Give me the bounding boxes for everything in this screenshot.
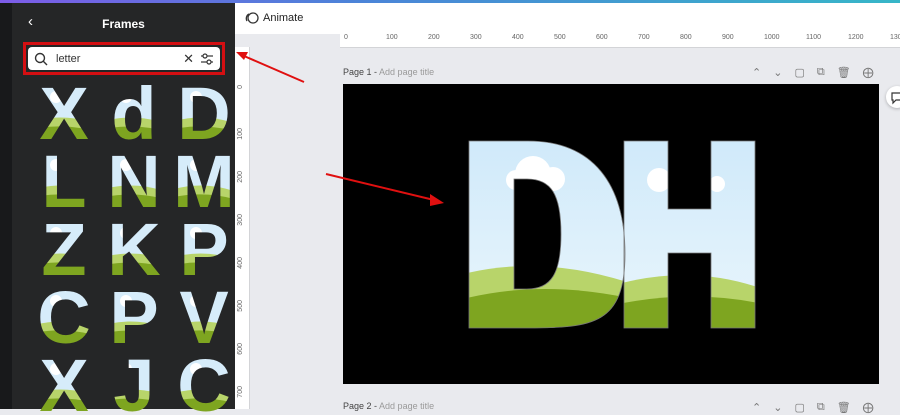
page-1-actions: ⌃ ⌄ ▢ ⧉ 🗑 ⨁ — [752, 66, 874, 79]
horizontal-ruler: 0 100 200 300 400 500 600 700 800 900 1000 1100 1200… — [340, 34, 900, 48]
ruler-tick: 130 — [890, 34, 900, 41]
ruler-tick: 800 — [680, 34, 692, 41]
letter-frame-h — [624, 141, 755, 328]
left-rail — [0, 3, 12, 409]
chevron-down-icon[interactable]: ⌄ — [773, 401, 782, 414]
ruler-tick: 400 — [512, 34, 524, 41]
ruler-tick: 0 — [344, 34, 348, 41]
editor-toolbar: Animate — [235, 3, 900, 35]
ruler-tick: 200 — [428, 34, 440, 41]
page-1-title-input[interactable]: Add page title — [379, 67, 434, 77]
ruler-tick: 700 — [237, 386, 244, 398]
frame-letter-thumb[interactable]: C — [174, 351, 234, 415]
vertical-ruler: 0 100 200 300 400 500 600 700 — [235, 47, 250, 409]
ruler-tick: 1000 — [764, 34, 780, 41]
ruler-tick: 500 — [237, 300, 244, 312]
chevron-up-icon[interactable]: ⌃ — [752, 66, 761, 79]
ruler-corner — [235, 34, 340, 47]
lock-icon[interactable]: ▢ — [794, 66, 804, 79]
trash-icon[interactable]: 🗑 — [837, 66, 851, 79]
trash-icon[interactable]: 🗑 — [837, 401, 851, 414]
ruler-tick: 1100 — [806, 34, 822, 41]
panel-title: Frames — [102, 17, 145, 31]
page-1-label: Page 1 - Add page title — [343, 67, 434, 77]
frame-letter-thumb[interactable]: X — [34, 79, 94, 143]
page-2-label: Page 2 - Add page title — [343, 401, 434, 411]
frame-letter-thumb[interactable]: C — [34, 283, 94, 347]
search-highlight-box: letter ✕ — [23, 42, 225, 75]
search-icon — [34, 52, 48, 66]
frame-letter-thumb[interactable]: X — [34, 351, 94, 415]
frames-panel: ‹ Frames letter ✕ XdDLNMZKPCPVXJC — [12, 3, 235, 415]
comment-icon[interactable] — [886, 86, 900, 108]
page-2-title-input[interactable]: Add page title — [379, 401, 434, 411]
ruler-tick: 900 — [722, 34, 734, 41]
animate-button[interactable]: Animate — [263, 12, 303, 24]
ruler-tick: 300 — [470, 34, 482, 41]
ruler-tick: 700 — [638, 34, 650, 41]
design-canvas[interactable] — [343, 84, 879, 384]
animate-icon — [245, 12, 259, 24]
search-value: letter — [56, 53, 81, 65]
frame-letter-thumb[interactable]: D — [174, 79, 234, 143]
ruler-tick: 0 — [237, 85, 244, 89]
ruler-tick: 600 — [596, 34, 608, 41]
ruler-tick: 100 — [237, 128, 244, 140]
chevron-down-icon[interactable]: ⌄ — [773, 66, 782, 79]
duplicate-icon[interactable]: ⧉ — [817, 401, 825, 414]
frame-letter-thumb[interactable]: L — [34, 147, 94, 211]
chevron-up-icon[interactable]: ⌃ — [752, 401, 761, 414]
frame-letter-thumb[interactable]: V — [174, 283, 234, 347]
frame-letter-thumb[interactable]: d — [104, 79, 164, 143]
frame-letter-thumb[interactable]: J — [104, 351, 164, 415]
letter-frame-d — [469, 141, 625, 328]
search-input[interactable]: letter ✕ — [28, 47, 220, 70]
ruler-tick: 600 — [237, 343, 244, 355]
add-page-icon[interactable]: ⨁ — [863, 66, 874, 79]
ruler-tick: 500 — [554, 34, 566, 41]
frame-letter-thumb[interactable]: P — [104, 283, 164, 347]
frame-letter-thumb[interactable]: N — [104, 147, 164, 211]
ruler-tick: 400 — [237, 257, 244, 269]
frame-letter-thumb[interactable]: M — [174, 147, 234, 211]
duplicate-icon[interactable]: ⧉ — [817, 66, 825, 79]
ruler-tick: 1200 — [848, 34, 864, 41]
frame-letter-thumb[interactable]: Z — [34, 215, 94, 279]
clear-search-icon[interactable]: ✕ — [183, 51, 194, 67]
page-1-name: Page 1 - — [343, 67, 378, 77]
page-2-name: Page 2 - — [343, 401, 378, 411]
frame-letter-thumb[interactable]: P — [174, 215, 234, 279]
page-2-actions: ⌃ ⌄ ▢ ⧉ 🗑 ⨁ — [752, 401, 874, 414]
add-page-icon[interactable]: ⨁ — [863, 401, 874, 414]
frame-letter-thumb[interactable]: K — [104, 215, 164, 279]
ruler-tick: 300 — [237, 214, 244, 226]
ruler-tick: 200 — [237, 171, 244, 183]
ruler-tick: 100 — [386, 34, 398, 41]
lock-icon[interactable]: ▢ — [794, 401, 804, 414]
filter-icon[interactable] — [200, 52, 214, 66]
